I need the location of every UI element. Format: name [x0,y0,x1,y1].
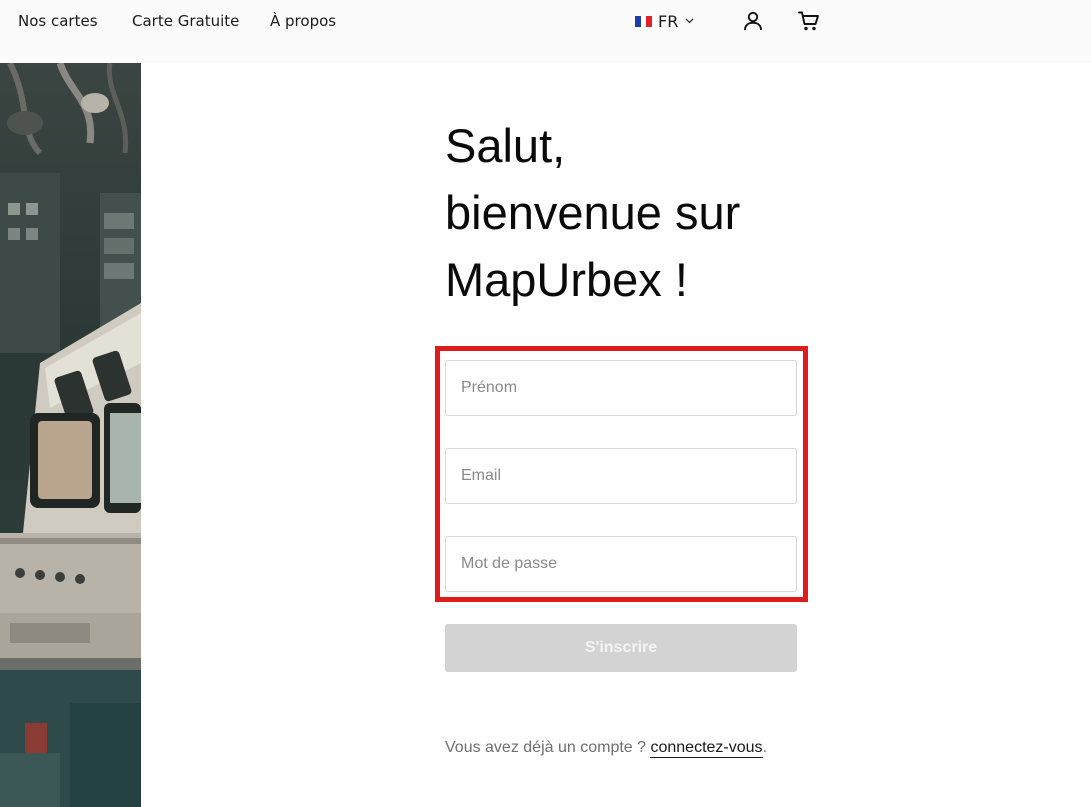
login-link[interactable]: connectez-vous [650,739,763,758]
page-title: Salut, bienvenue sur MapUrbex ! [445,112,825,313]
password-input[interactable] [445,536,797,592]
signup-button[interactable]: S'inscrire [445,624,797,672]
login-prompt: Vous avez déjà un compte ? connectez-vou… [445,738,767,758]
cart-icon[interactable] [797,9,821,33]
language-label: FR [658,11,679,31]
title-line-2: bienvenue sur [445,186,741,239]
email-input[interactable] [445,448,797,504]
france-flag-icon [635,16,653,27]
nav-link-nos-cartes[interactable]: Nos cartes [18,12,98,30]
login-prompt-suffix: . [762,739,767,756]
title-line-1: Salut, [445,119,566,172]
language-selector[interactable]: FR [635,10,694,32]
title-line-3: MapUrbex ! [445,253,688,306]
login-prompt-text: Vous avez déjà un compte ? [445,739,651,756]
user-icon[interactable] [741,9,765,33]
industrial-control-room-photo [0,63,141,807]
top-navigation-bar: Nos cartes Carte Gratuite À propos FR [0,0,1091,63]
prenom-input[interactable] [445,360,797,416]
nav-link-carte-gratuite[interactable]: Carte Gratuite [132,12,239,30]
nav-link-a-propos[interactable]: À propos [270,12,336,30]
chevron-down-icon [684,16,694,26]
